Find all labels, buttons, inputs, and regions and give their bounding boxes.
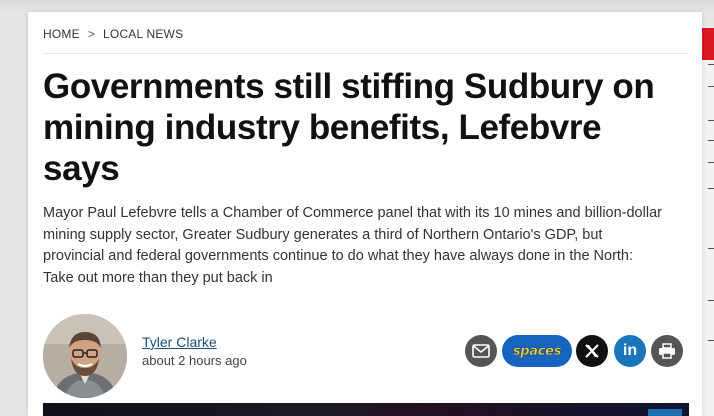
breadcrumb-section[interactable]: LOCAL NEWS bbox=[103, 27, 183, 41]
email-icon bbox=[472, 344, 490, 358]
ad-line bbox=[708, 120, 714, 121]
breadcrumb: HOME > LOCAL NEWS bbox=[43, 27, 183, 41]
ad-line bbox=[708, 300, 714, 301]
spaces-logo: spaces bbox=[512, 343, 562, 359]
ad-line bbox=[708, 162, 714, 163]
divider bbox=[43, 53, 687, 54]
print-button[interactable] bbox=[651, 335, 683, 367]
breadcrumb-separator: > bbox=[87, 27, 96, 41]
x-icon bbox=[585, 344, 599, 358]
ad-accent bbox=[702, 28, 714, 60]
article-headline: Governments still stiffing Sudbury on mi… bbox=[43, 67, 655, 188]
ad-line bbox=[708, 140, 714, 141]
linkedin-icon: in bbox=[622, 342, 638, 359]
ad-line bbox=[708, 64, 714, 65]
article-summary: Mayor Paul Lefebvre tells a Chamber of C… bbox=[43, 205, 662, 286]
page-background bbox=[0, 0, 714, 12]
hero-image[interactable] bbox=[43, 403, 689, 416]
ad-line bbox=[708, 340, 714, 341]
share-spaces-button[interactable]: spaces bbox=[502, 335, 572, 367]
share-email-button[interactable] bbox=[465, 335, 497, 367]
ad-line bbox=[708, 248, 714, 249]
share-linkedin-button[interactable]: in bbox=[614, 335, 646, 367]
ad-line bbox=[708, 188, 714, 189]
side-ad[interactable] bbox=[702, 28, 714, 416]
ad-line bbox=[708, 86, 714, 87]
breadcrumb-home[interactable]: HOME bbox=[43, 27, 80, 41]
author-avatar[interactable] bbox=[43, 314, 127, 398]
publish-time: about 2 hours ago bbox=[142, 353, 247, 368]
author-photo bbox=[43, 314, 127, 398]
image-badge bbox=[648, 409, 682, 416]
article-card: HOME > LOCAL NEWS Governments still stif… bbox=[28, 12, 702, 416]
share-x-button[interactable] bbox=[576, 335, 608, 367]
author-link[interactable]: Tyler Clarke bbox=[142, 334, 217, 350]
print-icon bbox=[659, 343, 675, 359]
